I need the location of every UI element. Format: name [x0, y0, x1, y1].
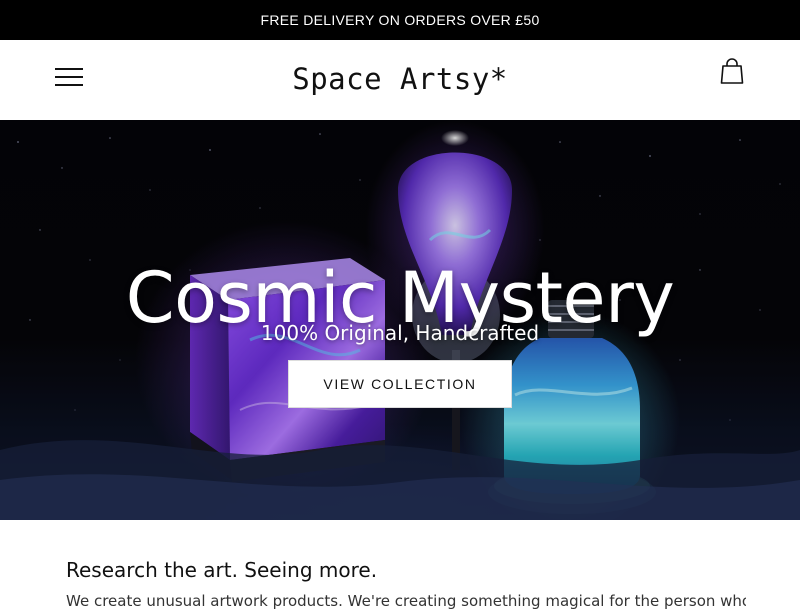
announcement-text: FREE DELIVERY ON ORDERS OVER £50 [260, 12, 540, 28]
menu-line [55, 84, 83, 86]
menu-line [55, 68, 83, 70]
announcement-bar: FREE DELIVERY ON ORDERS OVER £50 [0, 0, 800, 40]
about-heading: Research the art. Seeing more. [66, 558, 378, 582]
menu-line [55, 76, 83, 78]
about-body: We create unusual artwork products. We'r… [66, 592, 746, 610]
shopping-bag-icon[interactable] [720, 58, 744, 84]
hero-banner: Cosmic Mystery 100% Original, Handcrafte… [0, 120, 800, 520]
view-collection-button[interactable]: VIEW COLLECTION [288, 360, 512, 408]
site-header: Space Artsy* [0, 40, 800, 120]
menu-icon[interactable] [55, 68, 83, 88]
about-section: Research the art. Seeing more. We create… [0, 520, 800, 610]
site-logo[interactable]: Space Artsy* [292, 62, 508, 96]
shopping-bag-svg [720, 58, 744, 84]
hero-subtitle: 100% Original, Handcrafted [260, 321, 540, 345]
